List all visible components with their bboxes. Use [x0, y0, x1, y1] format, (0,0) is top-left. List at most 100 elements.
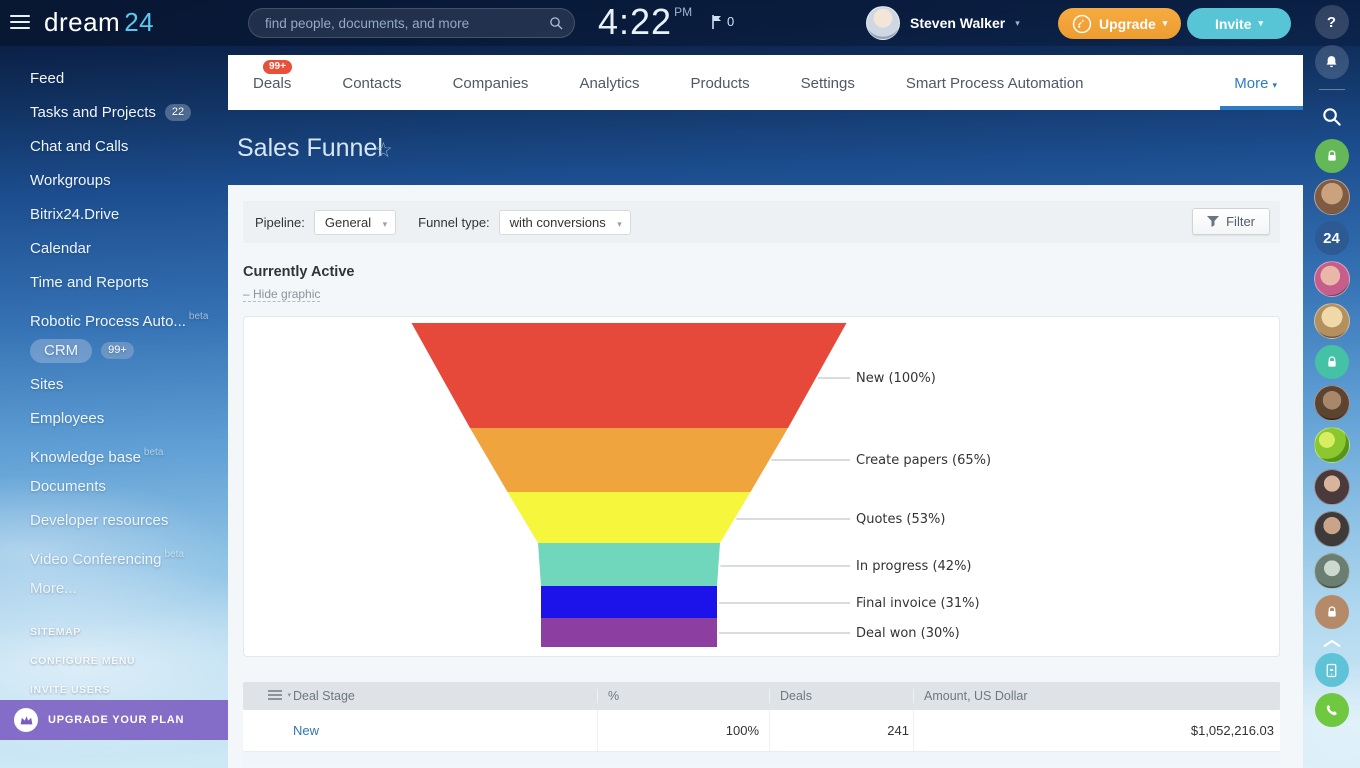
sidebar-item-label: Workgroups [30, 172, 111, 189]
tab-deals[interactable]: 99+Deals [253, 55, 291, 110]
app-logo[interactable]: dream24 [44, 7, 154, 38]
sidebar-item-developer-resources[interactable]: Developer resources [0, 504, 228, 538]
bitrix24-crm-app: { "topbar": { "brand": "dream", "brand_s… [0, 0, 1360, 768]
mobile-app-icon[interactable] [1315, 653, 1349, 687]
search-icon[interactable] [548, 15, 564, 31]
user-avatar [866, 6, 900, 40]
upgrade-plan-label: UPGRADE YOUR PLAN [48, 714, 184, 726]
invite-button[interactable]: Invite ▾ [1187, 8, 1291, 39]
chevron-down-icon: ▾ [1163, 18, 1168, 29]
tab-smart-process-automation[interactable]: Smart Process Automation [906, 55, 1084, 110]
sidebar-item-time-and-reports[interactable]: Time and Reports [0, 266, 228, 300]
left-sidebar: FeedTasks and Projects22Chat and Calls Wo… [0, 46, 228, 768]
funnel-stage-new [412, 323, 847, 428]
crown-icon [14, 708, 38, 732]
column-header-amount-us-dollar[interactable]: Amount, US Dollar [914, 689, 1280, 703]
pipeline-dropdown[interactable]: General▾ [314, 210, 396, 235]
search-icon[interactable] [1315, 99, 1349, 133]
sidebar-item-knowledge-base[interactable]: Knowledge basebeta [0, 436, 228, 470]
sidebar-item-label: Calendar [30, 240, 91, 257]
sidebar-item-label: Sites [30, 376, 63, 393]
help-icon[interactable]: ? [1315, 5, 1349, 39]
avatar[interactable] [1314, 553, 1350, 589]
sidebar-item-documents[interactable]: Documents [0, 470, 228, 504]
hide-graphic-toggle[interactable]: – Hide graphic [243, 287, 320, 302]
hamburger-menu-icon[interactable] [10, 15, 30, 33]
tab-more[interactable]: More ▾ [1220, 55, 1303, 110]
avatar[interactable] [1314, 469, 1350, 505]
table-header-row: ▾ Deal Stage%DealsAmount, US Dollar [243, 682, 1280, 710]
table-settings-icon[interactable]: ▾ [268, 690, 282, 700]
funnel-type-dropdown[interactable]: with conversions▾ [499, 210, 631, 235]
tab-companies[interactable]: Companies [453, 55, 529, 110]
avatar[interactable] [1314, 511, 1350, 547]
avatar[interactable] [1314, 427, 1350, 463]
filter-button[interactable]: Filter [1192, 208, 1270, 235]
extranet-lock-icon[interactable] [1315, 345, 1349, 379]
sidebar-item-label: More... [30, 580, 77, 597]
tab-products[interactable]: Products [690, 55, 749, 110]
clock[interactable]: 4:22PM [598, 1, 692, 43]
upgrade-button[interactable]: Upgrade ▾ [1058, 8, 1181, 39]
chevron-down-icon: ▾ [1259, 18, 1264, 29]
sidebar-item-employees[interactable]: Employees [0, 402, 228, 436]
column-header-deals[interactable]: Deals [770, 689, 914, 703]
pipeline-label: Pipeline: [255, 215, 305, 230]
call-icon[interactable] [1315, 693, 1349, 727]
tab-label: Smart Process Automation [906, 75, 1084, 92]
global-search[interactable] [248, 8, 575, 38]
sales-funnel-chart: New (100%)Create papers (65%)Quotes (53%… [243, 316, 1280, 657]
planner-flag[interactable]: 0 [712, 14, 734, 29]
sidebar-item-tasks-and-projects[interactable]: Tasks and Projects22 [0, 96, 228, 130]
column-header-[interactable]: % [598, 689, 770, 703]
search-input[interactable] [265, 16, 548, 31]
sidebar-item-workgroups[interactable]: Workgroups [0, 164, 228, 198]
tab-label: Companies [453, 75, 529, 92]
sidebar-item-chat-and-calls[interactable]: Chat and Calls [0, 130, 228, 164]
sidebar-item-video-conferencing[interactable]: Video Conferencingbeta [0, 538, 228, 572]
funnel-stage-in-progress [538, 543, 720, 586]
right-icon-rail: ? 24 [1303, 0, 1360, 768]
tab-analytics[interactable]: Analytics [579, 55, 639, 110]
chevron-down-icon: ▾ [1272, 80, 1277, 90]
bitrix24-badge[interactable]: 24 [1315, 221, 1349, 255]
sidebar-item-robotic-process-auto[interactable]: Robotic Process Auto...beta [0, 300, 228, 334]
sidebar-item-label: Employees [30, 410, 104, 427]
extranet-lock-icon[interactable] [1315, 595, 1349, 629]
tab-label: More [1234, 75, 1268, 92]
funnel-stage-label: In progress (42%) [856, 559, 972, 574]
tab-contacts[interactable]: Contacts [342, 55, 401, 110]
invite-label: Invite [1215, 16, 1252, 32]
user-menu[interactable]: Steven Walker ▾ [866, 6, 1020, 40]
sidebar-item-bitrix24-drive[interactable]: Bitrix24.Drive [0, 198, 228, 232]
notifications-bell-icon[interactable] [1315, 45, 1349, 79]
main-content: Pipeline: General▾ Funnel type: with con… [228, 185, 1303, 768]
sidebar-item-more[interactable]: More... [0, 572, 228, 606]
help-icon-glyph: ? [1327, 14, 1336, 31]
sidebar-item-crm[interactable]: CRM99+ [0, 334, 228, 368]
sidebar-item-feed[interactable]: Feed [0, 62, 228, 96]
upgrade-your-plan-button[interactable]: UPGRADE YOUR PLAN [0, 700, 228, 740]
beta-tag: beta [164, 549, 183, 560]
column-header-deal-stage[interactable]: Deal Stage [283, 689, 598, 703]
collapse-chevron-icon[interactable] [1315, 637, 1349, 649]
sidebar-item-label: Bitrix24.Drive [30, 206, 119, 223]
funnel-stage-final-invoice [541, 586, 717, 618]
sidebar-link-configure-menu[interactable]: CONFIGURE MENU [0, 647, 228, 676]
sidebar-item-sites[interactable]: Sites [0, 368, 228, 402]
funnel-stage-label: Deal won (30%) [856, 626, 960, 641]
avatar[interactable] [1314, 261, 1350, 297]
crm-section-nav: 99+Deals Contacts Companies Analytics Produc… [228, 55, 1303, 110]
sidebar-item-calendar[interactable]: Calendar [0, 232, 228, 266]
extranet-lock-icon[interactable] [1315, 139, 1349, 173]
rocket-icon [1072, 14, 1092, 34]
tab-settings[interactable]: Settings [801, 55, 855, 110]
amount-value: $1,052,216.03 [914, 710, 1280, 751]
avatar[interactable] [1314, 303, 1350, 339]
avatar[interactable] [1314, 179, 1350, 215]
sidebar-link-sitemap[interactable]: SITEMAP [0, 618, 228, 647]
table-settings-cell: ▾ [243, 690, 283, 702]
avatar[interactable] [1314, 385, 1350, 421]
deal-stage-link[interactable]: New [283, 710, 598, 751]
favorite-star-icon[interactable]: ☆ [374, 138, 393, 163]
